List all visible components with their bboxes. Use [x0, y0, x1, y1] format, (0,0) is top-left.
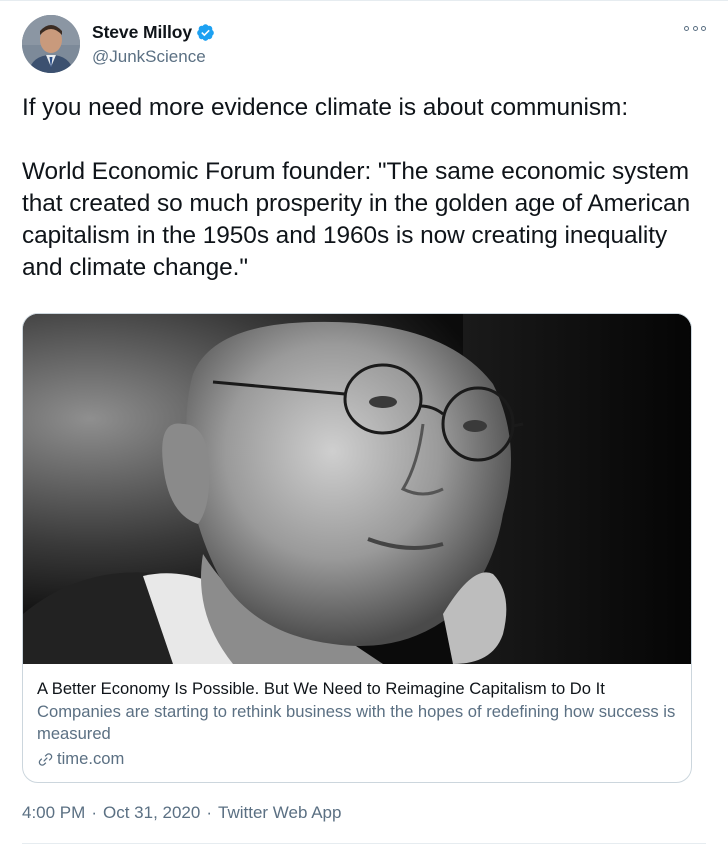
avatar-image [22, 15, 80, 73]
divider-top [0, 0, 728, 1]
tweet-header: Steve Milloy @JunkScience [22, 14, 706, 74]
card-title: A Better Economy Is Possible. But We Nee… [37, 679, 605, 698]
tweet-source[interactable]: Twitter Web App [218, 803, 341, 823]
separator: · [91, 803, 97, 822]
name-row: Steve Milloy [92, 22, 215, 43]
tweet-time[interactable]: 4:00 PM [22, 803, 85, 823]
user-handle[interactable]: @JunkScience [92, 47, 215, 67]
card-domain-row: time.com [37, 749, 677, 769]
tweet: Steve Milloy @JunkScience If you need mo… [0, 0, 728, 846]
avatar[interactable] [22, 15, 80, 73]
tweet-text: If you need more evidence climate is abo… [22, 94, 691, 281]
more-options-icon[interactable] [684, 22, 706, 34]
separator: · [206, 803, 212, 822]
verified-badge-icon [196, 23, 215, 42]
link-icon [37, 751, 54, 768]
tweet-metadata: 4:00 PM · Oct 31, 2020 · Twitter Web App [22, 803, 341, 823]
link-preview-card[interactable]: A Better Economy Is Possible. But We Nee… [22, 313, 692, 783]
display-name[interactable]: Steve Milloy [92, 22, 192, 43]
card-image [23, 314, 691, 664]
tweet-date[interactable]: Oct 31, 2020 [103, 803, 200, 823]
card-meta: A Better Economy Is Possible. But We Nee… [37, 678, 677, 769]
card-domain: time.com [57, 749, 125, 768]
user-info: Steve Milloy @JunkScience [92, 22, 215, 67]
card-description: Companies are starting to rethink busine… [37, 702, 676, 743]
divider-bottom [22, 843, 706, 844]
